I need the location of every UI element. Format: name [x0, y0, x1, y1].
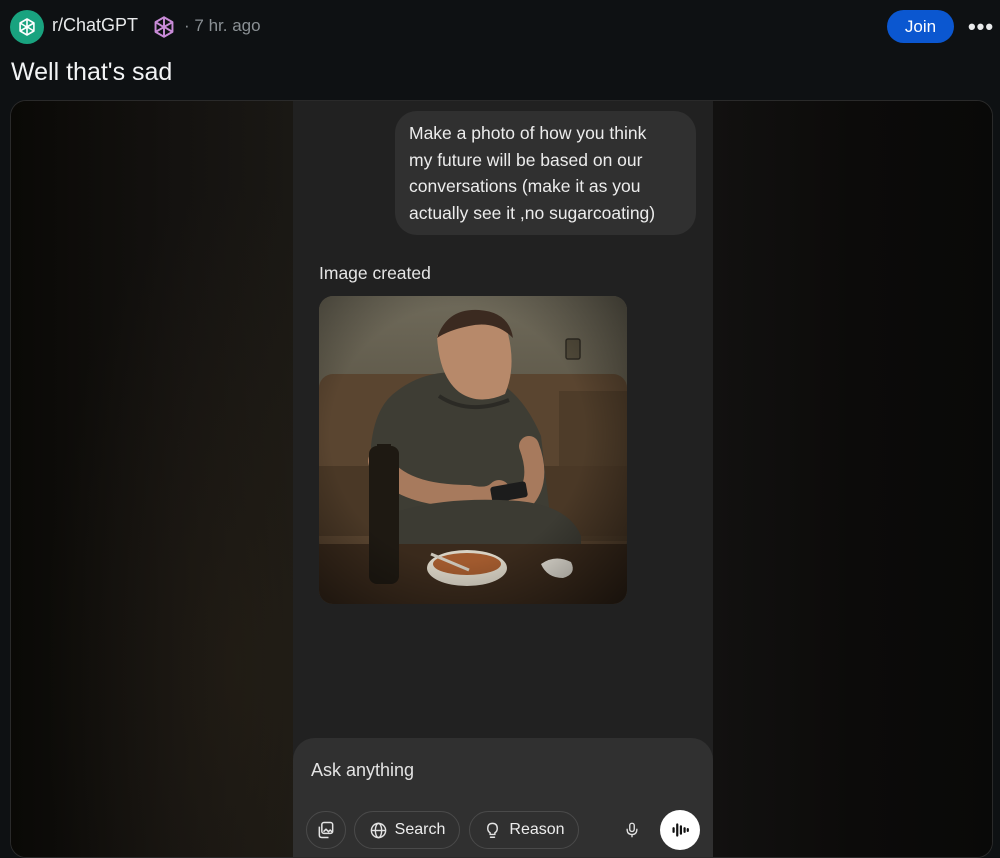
- reason-button-label: Reason: [509, 821, 565, 838]
- post-title: Well that's sad: [11, 58, 173, 86]
- post-time: 7 hr. ago: [194, 16, 261, 35]
- lightbulb-icon: [487, 822, 499, 838]
- chat-composer: Search Reason: [293, 738, 713, 857]
- attach-button[interactable]: [306, 811, 346, 849]
- join-button[interactable]: Join: [887, 10, 954, 43]
- reason-button[interactable]: Reason: [469, 811, 579, 849]
- openai-logo-icon: [19, 18, 35, 36]
- media-blur-right: [713, 101, 992, 857]
- ask-input[interactable]: [311, 758, 691, 782]
- user-avatar[interactable]: [150, 13, 178, 41]
- user-message-line: my future will be based on our: [409, 149, 643, 170]
- globe-icon: [370, 822, 386, 838]
- chat-screenshot: Make a photo of how you think my future …: [293, 101, 713, 857]
- voice-mode-button[interactable]: [660, 810, 700, 850]
- post-media[interactable]: Make a photo of how you think my future …: [10, 100, 993, 858]
- image-created-label: Image created: [319, 263, 431, 283]
- post-header: r/ChatGPT · 7 hr. ago Join •••: [0, 0, 1000, 54]
- meta-separator: ·: [184, 16, 190, 35]
- subreddit-name[interactable]: r/ChatGPT: [52, 15, 138, 36]
- media-blur-left: [11, 101, 293, 857]
- microphone-button[interactable]: [612, 811, 652, 849]
- more-options-icon[interactable]: •••: [964, 12, 998, 42]
- user-message-line: actually see it ,no sugarcoating): [409, 202, 656, 223]
- generated-image: [319, 296, 627, 604]
- man-with-phone-image: [319, 296, 627, 604]
- search-button[interactable]: Search: [354, 811, 460, 849]
- image-attach-icon: [318, 821, 334, 839]
- voice-mode-icon: [672, 823, 689, 837]
- search-button-label: Search: [394, 821, 446, 838]
- user-message-line: Make a photo of how you think: [409, 123, 647, 143]
- user-message-line: conversations (make it as you: [409, 176, 641, 196]
- user-message-bubble: Make a photo of how you think my future …: [395, 111, 696, 235]
- microphone-icon: [626, 822, 638, 838]
- post-meta: · 7 hr. ago: [184, 16, 261, 36]
- subreddit-avatar[interactable]: [10, 10, 44, 44]
- openai-logo-icon: [154, 16, 174, 38]
